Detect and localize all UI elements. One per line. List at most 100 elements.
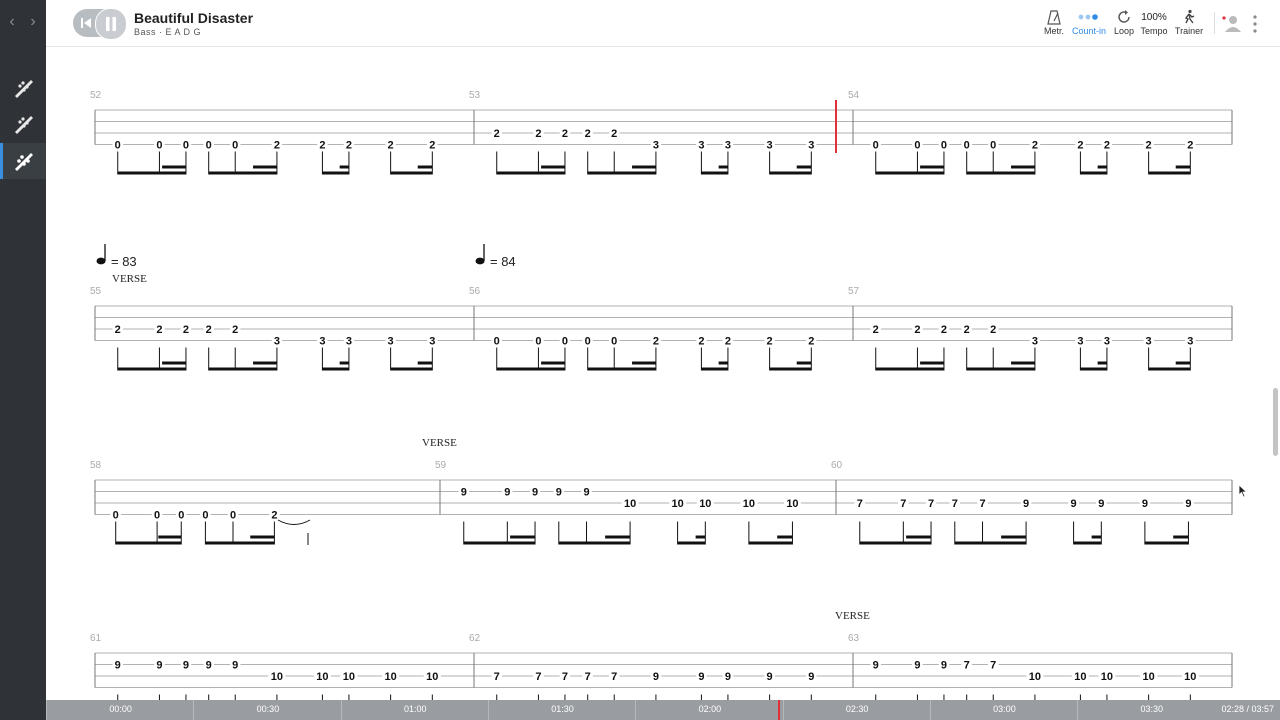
fret-number: 0: [535, 336, 541, 348]
fret-number: 10: [1101, 671, 1113, 683]
song-subtitle: Bass · E A D G: [134, 27, 202, 37]
timeline-segment[interactable]: 00:00: [46, 700, 194, 720]
sidebar-instrument-bass[interactable]: [0, 143, 46, 179]
trainer-label: Trainer: [1174, 26, 1204, 36]
note-beam: [701, 171, 728, 175]
note-beam: [748, 541, 793, 545]
timeline-segment[interactable]: 03:00: [929, 700, 1078, 720]
pause-button[interactable]: [95, 8, 127, 40]
fret-number: 0: [232, 140, 238, 152]
note-beam: [954, 541, 1027, 545]
note-beam: [1080, 171, 1107, 175]
timeline-bar[interactable]: 00:00 00:30 01:00 01:30 02:00 02:30 03:00 03:30…: [46, 700, 1280, 720]
fret-number: 0: [206, 140, 212, 152]
note-beam: [1144, 541, 1189, 545]
note-beam-secondary: [906, 535, 932, 539]
measure-number: 58: [90, 460, 102, 471]
fret-number: 9: [767, 671, 773, 683]
note-beam: [390, 367, 433, 371]
fret-number: 0: [183, 140, 189, 152]
fret-number: 2: [1077, 140, 1083, 152]
fret-number: 0: [156, 140, 162, 152]
timeline-tick-label: 02:00: [698, 704, 722, 714]
sidebar: ‹ ›: [0, 0, 46, 720]
fret-number: 7: [611, 671, 617, 683]
timeline-playhead[interactable]: [778, 700, 780, 720]
fret-number: 2: [346, 140, 352, 152]
fret-number: 2: [808, 336, 814, 348]
guitar-head-icon: [15, 116, 33, 134]
sidebar-instrument-guitar-2[interactable]: [0, 106, 46, 142]
note-beam-secondary: [162, 361, 186, 365]
fret-number: 2: [494, 128, 500, 140]
fret-number: 3: [1104, 336, 1110, 348]
rewind-button[interactable]: [75, 9, 97, 37]
timeline-segment[interactable]: 03:30: [1077, 700, 1225, 720]
fret-number: 2: [183, 324, 189, 336]
fret-number: 9: [1098, 498, 1104, 510]
forward-arrow-icon[interactable]: ›: [24, 12, 42, 32]
account-avatar[interactable]: [1221, 12, 1243, 34]
tie-arc: [277, 519, 311, 525]
fret-number: 0: [113, 510, 119, 522]
metronome-button[interactable]: Metr.: [1035, 8, 1073, 36]
fret-number: 9: [206, 660, 212, 672]
fret-number: 9: [504, 487, 510, 499]
note-beam: [558, 541, 631, 545]
note-beam: [769, 171, 812, 175]
vertical-scrollbar-thumb[interactable]: [1273, 388, 1278, 456]
fret-number: 2: [1104, 140, 1110, 152]
song-title: Beautiful Disaster: [134, 10, 254, 26]
timeline-segment[interactable]: 01:30: [487, 700, 636, 720]
fret-number: 3: [1146, 336, 1152, 348]
fret-number: 10: [271, 671, 283, 683]
note-beam-secondary: [541, 165, 565, 169]
playback-time: 02:28 / 03:57: [1221, 704, 1274, 714]
loop-icon: [1118, 10, 1130, 23]
timeline-segment[interactable]: 00:30: [193, 700, 341, 720]
fret-number: 9: [461, 487, 467, 499]
fret-number: 3: [725, 140, 731, 152]
fret-number: 7: [585, 671, 591, 683]
playback-controls: [73, 8, 127, 40]
note-beam-secondary: [250, 535, 275, 539]
note-beam-secondary: [158, 535, 182, 539]
note-beam-secondary: [541, 361, 565, 365]
note-beam: [966, 171, 1035, 175]
note-beam: [208, 367, 277, 371]
fret-number: 10: [426, 671, 438, 683]
mouse-cursor-icon: [1238, 484, 1248, 498]
note-beam: [587, 367, 656, 371]
fret-number: 7: [952, 498, 958, 510]
note-beam: [1073, 541, 1102, 545]
more-menu-button[interactable]: [1250, 14, 1260, 34]
trainer-button[interactable]: Trainer: [1170, 8, 1208, 36]
back-arrow-icon[interactable]: ‹: [3, 12, 21, 32]
note-beam-secondary: [1001, 535, 1027, 539]
section-label: VERSE: [835, 610, 870, 622]
timeline-segment[interactable]: 02:00: [635, 700, 783, 720]
fret-number: 2: [271, 510, 277, 522]
note-beam-secondary: [920, 361, 944, 365]
note-beam-secondary: [1173, 535, 1189, 539]
sidebar-instrument-guitar-1[interactable]: [0, 70, 46, 106]
note-beam: [463, 541, 536, 545]
note-beam-secondary: [1175, 361, 1191, 365]
timeline-tick-label: 03:30: [1140, 704, 1163, 714]
timeline-segment[interactable]: 01:00: [340, 700, 489, 720]
fret-number: 9: [1071, 498, 1077, 510]
tempo-button[interactable]: 100% Tempo: [1135, 8, 1173, 37]
fret-number: 9: [1142, 498, 1148, 510]
note-beam-secondary: [920, 165, 944, 169]
timeline-segment[interactable]: 02:30: [782, 700, 931, 720]
fret-number: 7: [979, 498, 985, 510]
count-in-button[interactable]: Count-in: [1070, 8, 1108, 36]
measure-number: 59: [435, 460, 447, 471]
fret-number: 7: [562, 671, 568, 683]
tab-score[interactable]: 52 0 0 0 0 0 2 2 2 2 2 53 2 2 2 2 2 3 3 3 3 3 54 0 0 0 0 0 2 2 2 2 2 55 2 2…: [46, 47, 1280, 700]
fret-number: 10: [624, 498, 636, 510]
fret-number: 0: [494, 336, 500, 348]
fret-number: 2: [206, 324, 212, 336]
note-beam: [322, 171, 349, 175]
note-beam-secondary: [1097, 361, 1107, 365]
